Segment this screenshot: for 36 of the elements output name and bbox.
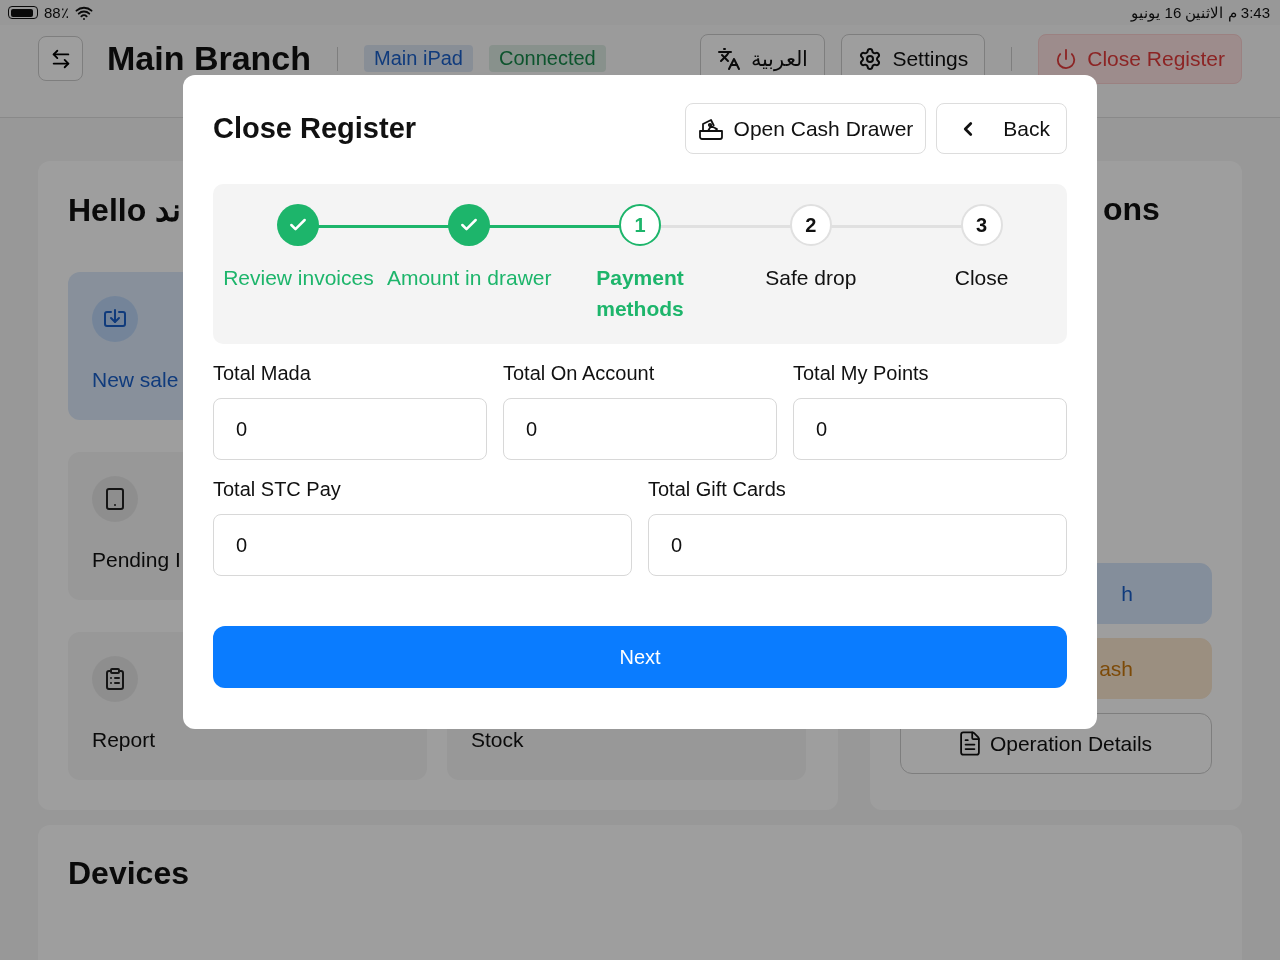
field-label: Total Gift Cards (648, 478, 787, 501)
devices-heading: Devices (68, 855, 189, 892)
step-number: 2 (789, 204, 832, 246)
amount-field[interactable]: 0 (648, 514, 1067, 576)
translate-icon (717, 46, 742, 71)
step-label: Payment methods (595, 265, 685, 322)
battery-level: 88٪ (44, 3, 69, 22)
power-icon (1055, 47, 1078, 70)
amount-field[interactable]: 0 (213, 514, 632, 576)
step-number: 3 (960, 204, 1003, 246)
greeting-heading: Hello ند (68, 191, 182, 229)
step-label: Close (953, 265, 1010, 291)
dialog-title: Close Register (213, 112, 418, 145)
amount-field[interactable]: 0 (213, 398, 487, 460)
field-label: Total My Points (793, 362, 930, 385)
step-number: 1 (619, 204, 661, 246)
next-button[interactable]: Next (213, 626, 1067, 688)
switch-branch-button[interactable] (38, 36, 83, 81)
field-label: Total STC Pay (213, 478, 342, 501)
cash-drawer-icon (697, 117, 724, 140)
tablet-icon (103, 487, 127, 511)
settings-icon (858, 46, 883, 71)
open-cash-drawer-button[interactable]: Open Cash Drawer (684, 103, 927, 154)
step-label: Amount in drawer (385, 265, 553, 291)
clipboard-icon (103, 667, 127, 691)
step-label: Safe drop (764, 265, 858, 291)
status-datetime: 3:43 م الاثنين 16 يونيو (1131, 3, 1270, 22)
field-label: Total On Account (503, 362, 656, 385)
operations-heading: ons (1103, 191, 1160, 228)
field-label: Total Mada (213, 362, 312, 385)
amount-field[interactable]: 0 (503, 398, 777, 460)
battery-icon (8, 6, 38, 19)
amount-field[interactable]: 0 (793, 398, 1067, 460)
document-icon (959, 731, 980, 756)
back-button[interactable]: Back (936, 103, 1067, 154)
branch-title: Main Branch (107, 39, 312, 78)
